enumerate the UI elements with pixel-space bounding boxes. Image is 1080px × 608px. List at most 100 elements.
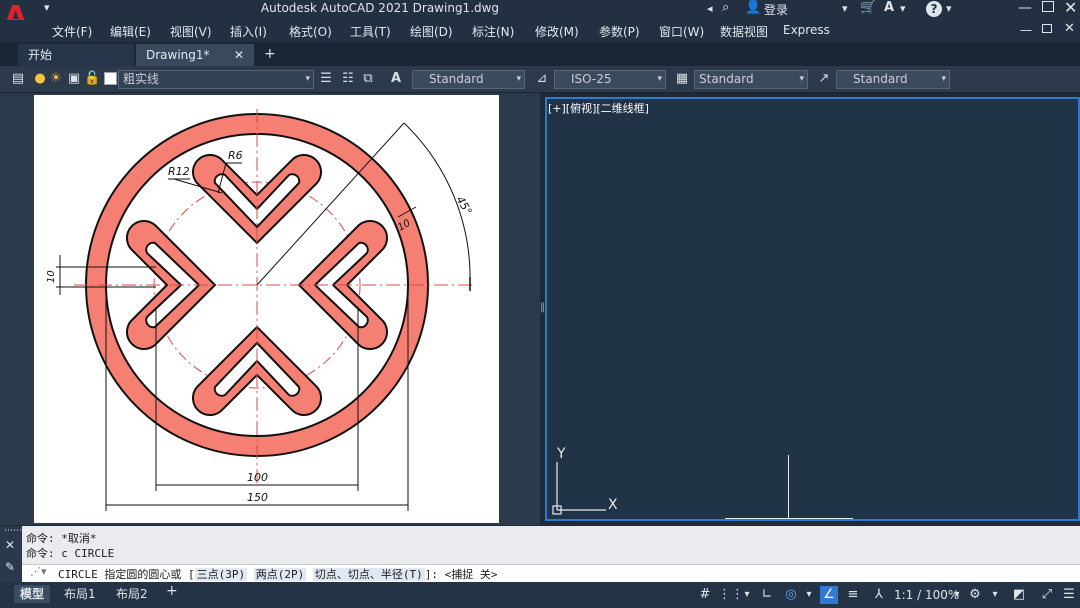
lineweight-icon[interactable]: ≡ [844, 586, 862, 604]
menu-tools[interactable]: 工具(T) [350, 23, 391, 40]
login-dropdown-icon[interactable]: ▾ [842, 2, 848, 15]
text-style-value: Standard [429, 72, 484, 86]
maximize-icon[interactable] [1042, 1, 1054, 12]
layer-properties-icon[interactable]: ▤ [10, 71, 26, 87]
reference-drawing-image: 45° 10 R12 R6 10 100 150 [34, 95, 499, 523]
isometric-drafting-icon[interactable]: ∠ [820, 586, 838, 604]
window-title: Autodesk AutoCAD 2021 Drawing1.dwg [260, 1, 500, 15]
workspace-gear-icon[interactable]: ⚙ [966, 586, 984, 604]
recent-commands-icon[interactable]: ⋰▾ [30, 565, 47, 578]
menu-edit[interactable]: 编辑(E) [110, 23, 151, 40]
dim-style-dropdown[interactable]: ISO-25 ▾ [554, 70, 666, 89]
polar-dropdown-icon[interactable]: ▾ [800, 586, 818, 604]
customize-wrench-icon[interactable]: ✎ [5, 560, 15, 574]
layer-dropdown[interactable]: 粗实线 ▾ [118, 70, 314, 89]
menu-insert[interactable]: 插入(I) [230, 23, 267, 40]
option-ttr[interactable]: 切点、切点、半径(T) [312, 568, 425, 581]
snap-dropdown-icon[interactable]: ▾ [738, 586, 756, 604]
layer-match-icon[interactable]: ☷ [340, 71, 356, 87]
table-style-icon[interactable]: ▦ [674, 71, 690, 87]
layer-dropdown-value: 粗实线 [123, 72, 160, 86]
menu-window[interactable]: 窗口(W) [659, 23, 704, 40]
prompt-prefix: CIRCLE 指定圆的圆心或 [ [58, 568, 195, 581]
menu-parameter[interactable]: 参数(P) [599, 23, 640, 40]
option-three-point[interactable]: 三点(3P) [194, 568, 248, 581]
crosshair-horizontal [725, 518, 853, 519]
menu-view[interactable]: 视图(V) [170, 23, 212, 40]
tab-layout1[interactable]: 布局1 [58, 585, 102, 603]
autodesk-a360-icon[interactable]: A [884, 0, 894, 15]
layer-lock-icon[interactable]: 🔓 [84, 71, 100, 87]
ucs-icon: Y X [552, 446, 618, 515]
layer-viewport-freeze-icon[interactable]: ▣ [66, 71, 82, 87]
add-layout-plus-icon[interactable]: + [166, 583, 178, 599]
close-icon[interactable]: ✕ [1064, 0, 1077, 17]
ucs-y-label: Y [556, 446, 566, 462]
menu-modify[interactable]: 修改(M) [535, 23, 579, 40]
table-style-dropdown[interactable]: Standard ▾ [694, 70, 808, 89]
layer-freeze-sun-icon[interactable]: ☀ [48, 71, 64, 87]
ortho-icon[interactable]: ∟ [758, 586, 776, 604]
table-style-value: Standard [699, 72, 754, 86]
cad-drawing-svg: 45° 10 R12 R6 10 100 150 [46, 109, 474, 511]
cart-icon[interactable]: 🛒 [860, 0, 876, 15]
a360-dropdown-icon[interactable]: ▾ [900, 2, 906, 15]
crosshair-vertical [788, 455, 789, 519]
nav-left-icon[interactable]: ◂ [707, 2, 713, 15]
text-style-dropdown[interactable]: Standard ▾ [412, 70, 525, 89]
tab-drawing1[interactable]: Drawing1* ✕ [136, 44, 254, 66]
doc-minimize-icon[interactable]: — [1020, 23, 1032, 37]
command-history-line-2: 命令: c CIRCLE [26, 547, 115, 560]
r12-label: R12 [168, 165, 190, 178]
tab-model[interactable]: 模型 [14, 585, 51, 603]
multileader-style-icon[interactable]: ↗ [816, 71, 832, 87]
customization-menu-icon[interactable]: ☰ [1060, 586, 1078, 604]
doc-restore-icon[interactable] [1042, 24, 1052, 33]
dim-style-value: ISO-25 [571, 72, 612, 86]
viewport-controls-label[interactable]: [+][俯视][二维线框] [548, 100, 649, 116]
polar-tracking-icon[interactable]: ◎ [782, 586, 800, 604]
grid-icon[interactable]: # [696, 586, 714, 604]
login-link[interactable]: 登录 [764, 1, 788, 18]
user-icon[interactable]: 👤 [745, 0, 761, 15]
new-tab-plus-icon[interactable]: + [264, 46, 276, 62]
command-prompt: CIRCLE 指定圆的圆心或 [三点(3P) 两点(2P) 切点、切点、半径(T… [58, 566, 497, 582]
clean-screen-icon[interactable]: ◩ [1010, 586, 1028, 604]
r6-label: R6 [228, 149, 243, 162]
grip-dots-icon[interactable]: ⋯⋯ [4, 526, 22, 536]
multileader-style-dropdown[interactable]: Standard ▾ [836, 70, 950, 89]
text-style-icon[interactable]: A [388, 71, 404, 87]
layer-color-swatch[interactable] [104, 72, 117, 85]
tab-layout2[interactable]: 布局2 [110, 585, 154, 603]
menu-format[interactable]: 格式(O) [289, 23, 332, 40]
layer-on-bulb-icon[interactable]: ● [32, 71, 48, 87]
help-dropdown-icon[interactable]: ▾ [946, 2, 952, 15]
left-dim-label: 10 [46, 270, 57, 283]
tab-start[interactable]: 开始 [18, 44, 134, 66]
dim-style-icon[interactable]: ⊿ [534, 71, 550, 87]
scale-dropdown-icon[interactable]: ▾ [948, 586, 966, 604]
menu-express[interactable]: Express [783, 23, 830, 37]
command-history-line-1: 命令: *取消* [26, 532, 97, 545]
menu-data-view[interactable]: 数据视图 [720, 23, 768, 40]
workspace-dropdown-icon[interactable]: ▾ [986, 586, 1004, 604]
annotation-scale-icon[interactable]: ⅄ [870, 586, 888, 604]
menu-draw[interactable]: 绘图(D) [410, 23, 453, 40]
dim-150-label: 150 [247, 491, 268, 504]
option-two-point[interactable]: 两点(2P) [253, 568, 307, 581]
prompt-suffix: ]: <捕捉 关> [424, 568, 498, 581]
search-icon[interactable]: ⌕ [722, 0, 729, 15]
command-close-icon[interactable]: ✕ [5, 538, 15, 552]
snap-icon[interactable]: ⋮⋮ [718, 586, 744, 604]
menu-dimension[interactable]: 标注(N) [472, 23, 514, 40]
help-icon[interactable]: ? [926, 1, 942, 17]
make-current-layer-icon[interactable]: ☰ [318, 71, 334, 87]
multileader-style-value: Standard [853, 72, 908, 86]
tab-drawing1-label: Drawing1* [146, 48, 210, 62]
menu-file[interactable]: 文件(F) [52, 23, 92, 40]
layer-previous-icon[interactable]: ⧉ [360, 71, 376, 87]
doc-close-icon[interactable]: ✕ [1064, 21, 1075, 36]
tab-close-icon[interactable]: ✕ [234, 44, 244, 66]
fullscreen-icon[interactable]: ⤢ [1038, 586, 1056, 604]
minimize-icon[interactable]: — [1018, 0, 1032, 16]
